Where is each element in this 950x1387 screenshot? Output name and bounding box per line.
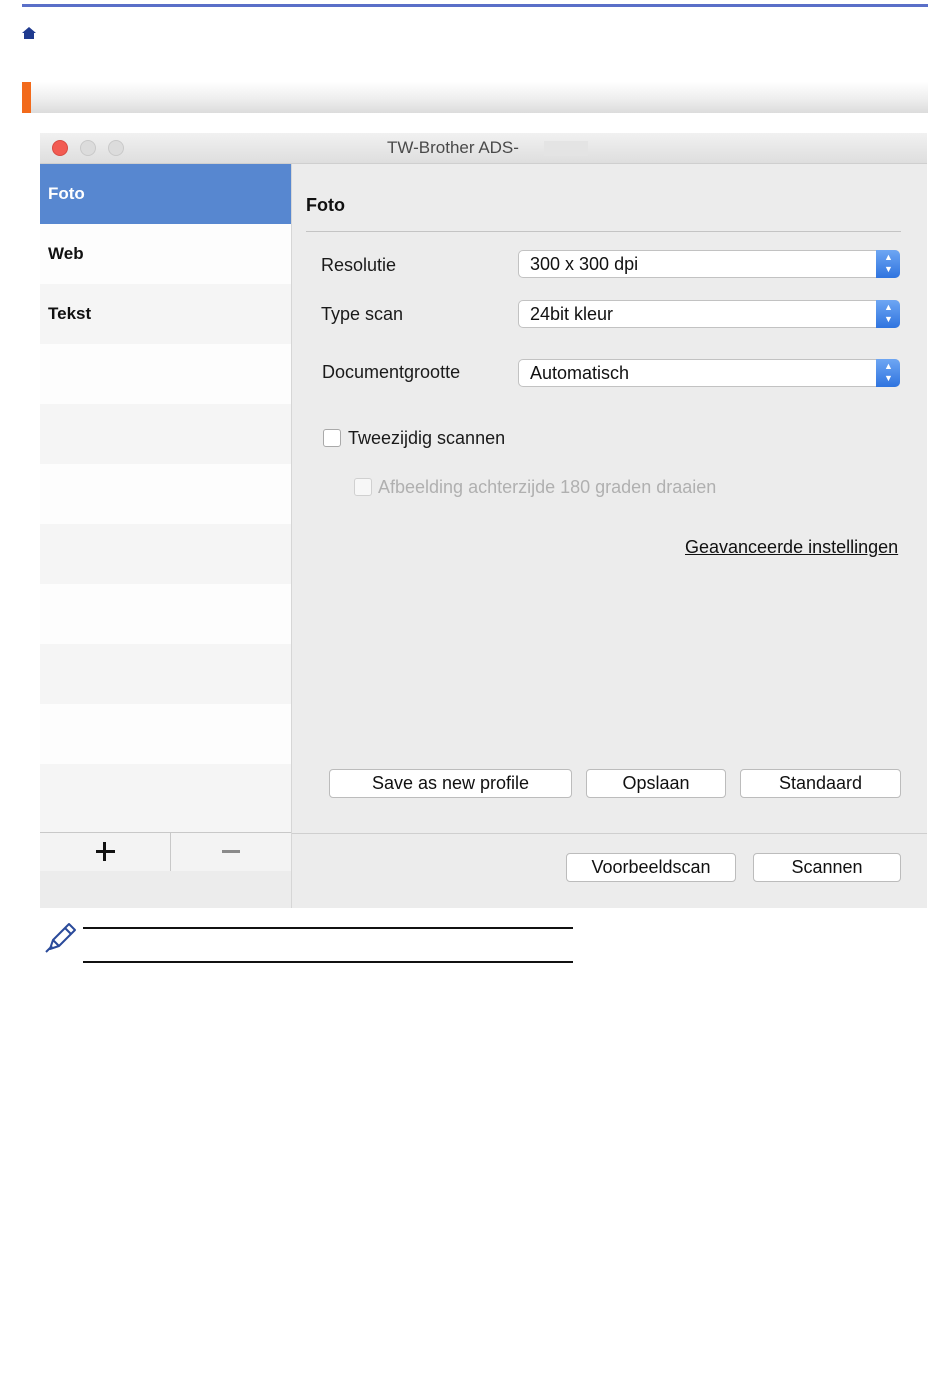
resolution-label: Resolutie	[321, 255, 397, 275]
note-bottom-rule	[83, 961, 573, 963]
redacted-model-number	[544, 141, 588, 156]
sidebar-item-tekst[interactable]: Tekst	[40, 284, 291, 344]
chevron-updown-icon: ▲ ▼	[876, 359, 900, 387]
profile-sidebar: Foto Web Tekst	[40, 164, 292, 908]
chevron-updown-icon: ▲ ▼	[876, 250, 900, 278]
duplex-checkbox[interactable]	[323, 429, 341, 447]
duplex-label: Tweezijdig scannen	[348, 428, 506, 448]
rotate-back-checkbox[interactable]	[354, 478, 372, 496]
add-profile-button[interactable]	[40, 833, 171, 871]
sidebar-empty-row	[40, 464, 291, 524]
section-header-bar	[22, 82, 928, 113]
top-rule	[22, 4, 928, 7]
save-button[interactable]: Opslaan	[586, 769, 726, 798]
footer-divider	[292, 833, 927, 834]
sidebar-controls	[40, 832, 291, 872]
sidebar-item-foto[interactable]: Foto	[40, 164, 291, 224]
zoom-window-button[interactable]	[108, 140, 124, 156]
remove-profile-button[interactable]	[171, 833, 291, 871]
note-top-rule	[83, 927, 573, 929]
scan-type-select[interactable]: 24bit kleur ▲ ▼	[518, 300, 900, 328]
rotate-back-label: Afbeelding achterzijde 180 graden draaie…	[378, 477, 717, 497]
chevron-updown-icon: ▲ ▼	[876, 300, 900, 328]
save-as-new-profile-button[interactable]: Save as new profile	[329, 769, 572, 798]
scan-settings-window: TW-Brother ADS- Foto Web Tekst Foto Reso…	[40, 133, 927, 908]
sidebar-empty-row	[40, 644, 291, 704]
scan-type-label: Type scan	[321, 304, 404, 324]
sidebar-empty-row	[40, 344, 291, 404]
pencil-note-icon	[45, 923, 76, 953]
document-size-label: Documentgrootte	[322, 362, 461, 382]
sidebar-empty-row	[40, 764, 291, 832]
sidebar-empty-row	[40, 404, 291, 464]
default-button[interactable]: Standaard	[740, 769, 901, 798]
window-titlebar: TW-Brother ADS-	[40, 133, 927, 164]
scan-button[interactable]: Scannen	[753, 853, 901, 882]
advanced-settings-link[interactable]: Geavanceerde instellingen	[685, 537, 898, 558]
resolution-value: 300 x 300 dpi	[530, 254, 639, 274]
document-size-value: Automatisch	[530, 363, 630, 383]
scan-type-value: 24bit kleur	[530, 304, 614, 324]
home-icon[interactable]	[21, 26, 37, 40]
sidebar-empty-row	[40, 524, 291, 584]
close-window-button[interactable]	[52, 140, 68, 156]
settings-panel: Foto Resolutie 300 x 300 dpi ▲ ▼ Type sca…	[292, 164, 927, 908]
sidebar-item-web[interactable]: Web	[40, 224, 291, 284]
sidebar-empty-row	[40, 584, 291, 644]
resolution-select[interactable]: 300 x 300 dpi ▲ ▼	[518, 250, 900, 278]
section-accent	[22, 82, 31, 113]
panel-title: Foto	[306, 195, 345, 215]
minimize-window-button[interactable]	[80, 140, 96, 156]
window-title: TW-Brother ADS-	[387, 138, 519, 157]
sidebar-footer	[40, 871, 291, 908]
sidebar-empty-row	[40, 704, 291, 764]
preview-scan-button[interactable]: Voorbeeldscan	[566, 853, 736, 882]
document-size-select[interactable]: Automatisch ▲ ▼	[518, 359, 900, 387]
heading-divider	[306, 231, 901, 232]
